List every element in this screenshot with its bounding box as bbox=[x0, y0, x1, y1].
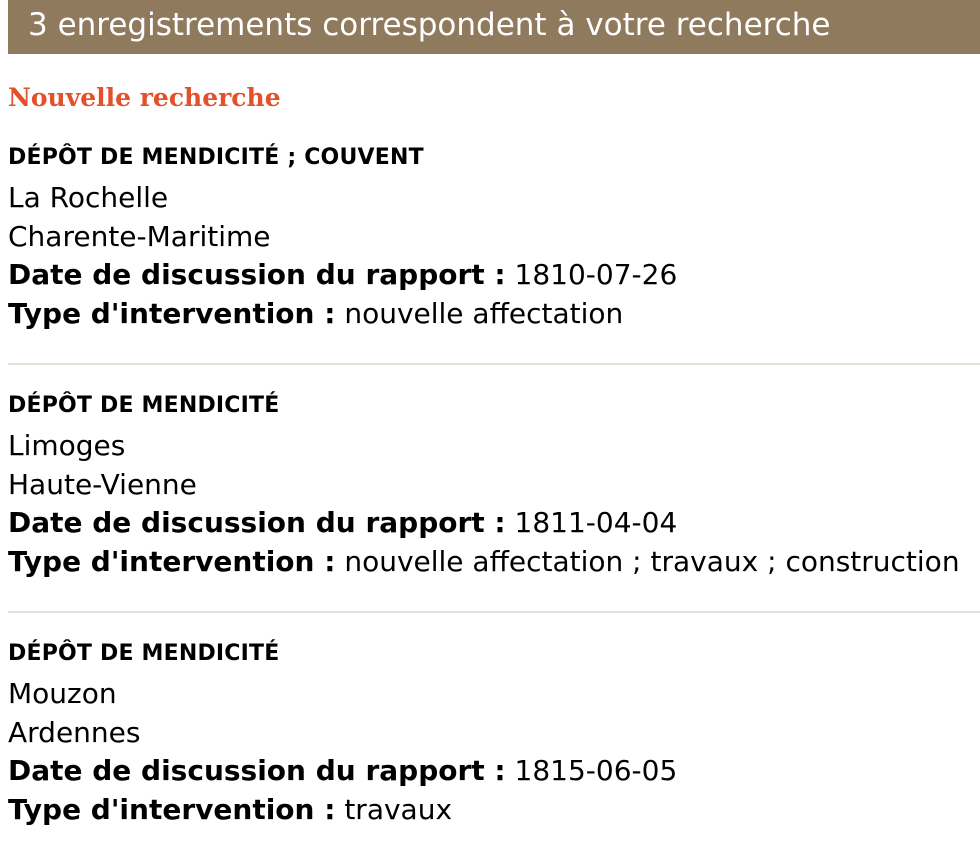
record-type: DÉPÔT DE MENDICITÉ ; COUVENT bbox=[8, 145, 424, 170]
record-item: DÉPÔT DE MENDICITÉ ; COUVENT La Rochelle… bbox=[8, 142, 980, 333]
record-separator bbox=[8, 363, 980, 365]
record-department: Ardennes bbox=[8, 715, 141, 749]
record-date-row: Date de discussion du rapport : 1811-04-… bbox=[8, 504, 980, 543]
record-date: 1815-06-05 bbox=[514, 754, 678, 787]
record-intervention-row: Type d'intervention : nouvelle affectati… bbox=[8, 543, 980, 582]
record-date-row: Date de discussion du rapport : 1810-07-… bbox=[8, 256, 980, 295]
record-department: Haute-Vienne bbox=[8, 467, 197, 501]
intervention-label: Type d'intervention : bbox=[8, 792, 336, 826]
record-intervention-row: Type d'intervention : nouvelle affectati… bbox=[8, 295, 980, 334]
record-city: La Rochelle bbox=[8, 181, 169, 214]
date-label: Date de discussion du rapport : bbox=[8, 754, 506, 787]
date-label: Date de discussion du rapport : bbox=[8, 506, 506, 539]
record-intervention: nouvelle affectation bbox=[344, 296, 624, 330]
record-type: DÉPÔT DE MENDICITÉ bbox=[8, 641, 280, 666]
record-type: DÉPÔT DE MENDICITÉ bbox=[8, 393, 280, 418]
record-city: Mouzon bbox=[8, 677, 117, 710]
record-item: DÉPÔT DE MENDICITÉ Mouzon Ardennes Date … bbox=[8, 638, 980, 829]
record-date: 1810-07-26 bbox=[514, 258, 678, 291]
new-search-link[interactable]: Nouvelle recherche bbox=[8, 82, 281, 114]
record-intervention-row: Type d'intervention : travaux bbox=[8, 791, 980, 830]
record-department: Charente-Maritime bbox=[8, 219, 271, 253]
results-count-header: 3 enregistrements correspondent à votre … bbox=[8, 0, 980, 54]
intervention-label: Type d'intervention : bbox=[8, 296, 336, 330]
record-date-row: Date de discussion du rapport : 1815-06-… bbox=[8, 752, 980, 791]
record-intervention: nouvelle affectation ; travaux ; constru… bbox=[344, 544, 960, 578]
record-date: 1811-04-04 bbox=[514, 506, 678, 539]
date-label: Date de discussion du rapport : bbox=[8, 258, 506, 291]
record-item: DÉPÔT DE MENDICITÉ Limoges Haute-Vienne … bbox=[8, 390, 980, 581]
record-separator bbox=[8, 611, 980, 613]
intervention-label: Type d'intervention : bbox=[8, 544, 336, 578]
record-intervention: travaux bbox=[344, 792, 453, 826]
record-city: Limoges bbox=[8, 429, 126, 462]
